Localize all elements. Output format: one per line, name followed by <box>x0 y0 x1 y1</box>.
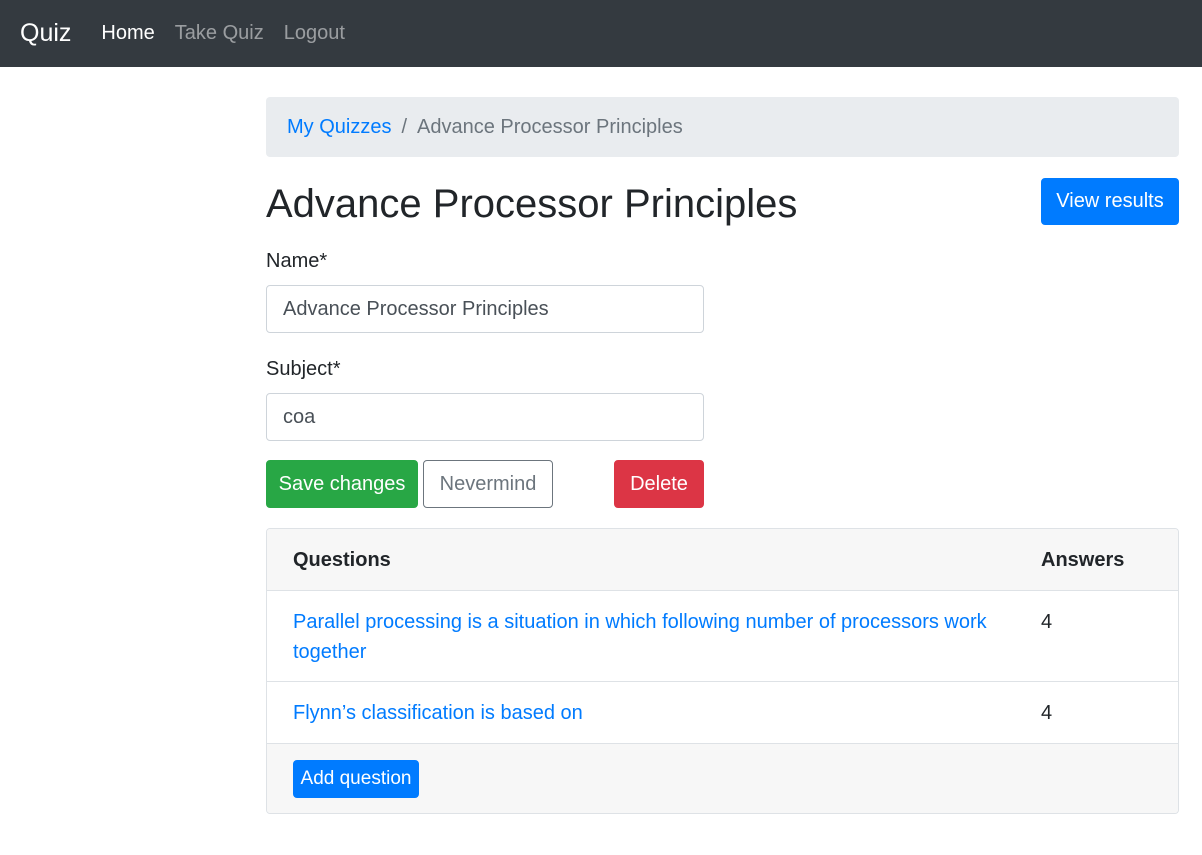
table-row: Flynn’s classification is based on 4 <box>267 682 1178 743</box>
view-results-button[interactable]: View results <box>1041 178 1179 225</box>
page-title: Advance Processor Principles <box>266 182 798 226</box>
answer-count: 4 <box>1041 611 1053 633</box>
questions-table-header: Questions Answers <box>267 529 1178 591</box>
nav-logout[interactable]: Logout <box>284 22 345 45</box>
breadcrumb-my-quizzes[interactable]: My Quizzes <box>287 116 391 139</box>
name-input[interactable]: Advance Processor Principles <box>266 285 704 333</box>
header-answers: Answers <box>1041 549 1125 571</box>
answer-count: 4 <box>1041 702 1053 724</box>
questions-card: Questions Answers Parallel processing is… <box>266 528 1179 814</box>
top-navbar: Quiz Home Take Quiz Logout <box>0 0 1202 67</box>
brand-link[interactable]: Quiz <box>20 19 71 48</box>
subject-label: Subject* <box>266 358 341 380</box>
question-link[interactable]: Flynn’s classification is based on <box>293 698 1013 728</box>
name-label: Name* <box>266 250 328 272</box>
save-changes-button[interactable]: Save changes <box>266 460 418 508</box>
subject-input[interactable]: coa <box>266 393 704 441</box>
breadcrumb: My Quizzes / Advance Processor Principle… <box>266 97 1179 157</box>
questions-card-footer: Add question <box>267 743 1178 813</box>
nav-take-quiz[interactable]: Take Quiz <box>175 22 264 45</box>
breadcrumb-current: Advance Processor Principles <box>417 115 683 138</box>
question-link[interactable]: Parallel processing is a situation in wh… <box>293 607 1013 667</box>
nav-home[interactable]: Home <box>101 22 154 45</box>
delete-button[interactable]: Delete <box>614 460 704 508</box>
add-question-button[interactable]: Add question <box>293 760 419 798</box>
table-row: Parallel processing is a situation in wh… <box>267 591 1178 682</box>
nevermind-button[interactable]: Nevermind <box>423 460 553 508</box>
breadcrumb-separator: / <box>401 115 408 138</box>
header-questions: Questions <box>293 549 391 571</box>
